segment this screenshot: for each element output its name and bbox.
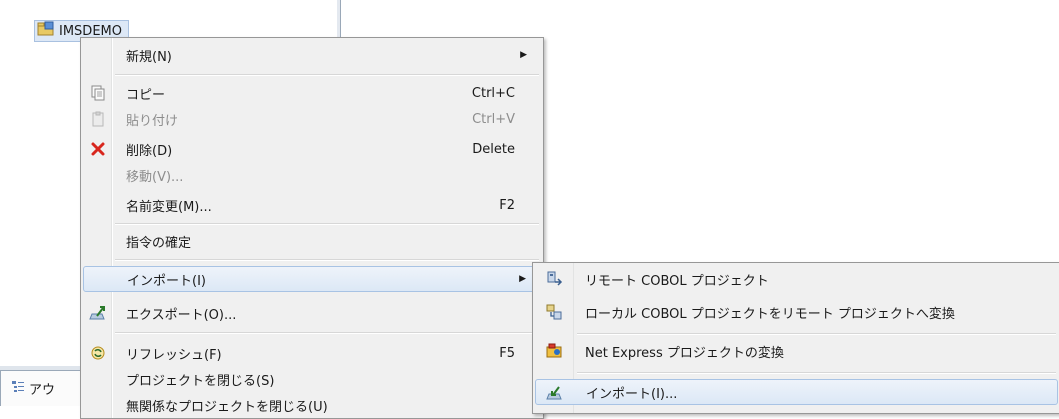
menu-item-new[interactable]: 新規(N) ▶ [83, 42, 541, 68]
menu-item-close-unrelated-label: 無関係なプロジェクトを閉じる(U) [126, 399, 328, 415]
menu-item-move[interactable]: 移動(V)... [83, 162, 541, 188]
menu-item-paste[interactable]: 貼り付け Ctrl+V [83, 106, 541, 132]
menu-item-refresh[interactable]: リフレッシュ(F) F5 [83, 340, 541, 366]
submenu-separator [577, 333, 1056, 335]
menu-item-close-project[interactable]: プロジェクトを閉じる(S) [83, 366, 541, 392]
menu-item-export-label: エクスポート(O)... [126, 307, 237, 323]
menu-item-move-label: 移動(V)... [126, 169, 184, 185]
outline-tab[interactable]: アウ [0, 370, 88, 406]
import-submenu: リモート COBOL プロジェクト ローカル COBOL プロジェクトをリモート… [532, 262, 1059, 414]
submenu-item-import-label: インポート(I)... [586, 386, 678, 402]
submenu-item-local-to-remote[interactable]: ローカル COBOL プロジェクトをリモート プロジェクトへ変換 [535, 299, 1058, 325]
project-folder-icon [37, 21, 55, 41]
paste-icon [89, 110, 107, 128]
menu-item-rename[interactable]: 名前変更(M)... F2 [83, 192, 541, 218]
delete-icon [89, 140, 107, 158]
submenu-item-net-express[interactable]: Net Express プロジェクトの変換 [535, 338, 1058, 364]
menu-item-import[interactable]: インポート(I) ▶ [83, 266, 541, 292]
submenu-arrow-icon: ▶ [519, 274, 526, 284]
menu-item-new-label: 新規(N) [126, 49, 172, 65]
submenu-item-import[interactable]: インポート(I)... [535, 379, 1058, 405]
menu-item-close-unrelated[interactable]: 無関係なプロジェクトを閉じる(U) [83, 392, 541, 418]
menu-separator [115, 259, 539, 261]
menu-item-export[interactable]: エクスポート(O)... [83, 300, 541, 326]
menu-item-copy-label: コピー [126, 87, 166, 103]
menu-item-close-project-label: プロジェクトを閉じる(S) [126, 373, 275, 389]
menu-separator [115, 332, 539, 334]
delete-shortcut: Delete [472, 141, 515, 157]
menu-separator [115, 74, 539, 76]
menu-item-refresh-label: リフレッシュ(F) [126, 347, 222, 363]
submenu-item-net-express-label: Net Express プロジェクトの変換 [585, 345, 784, 361]
paste-shortcut: Ctrl+V [472, 111, 515, 127]
copy-shortcut: Ctrl+C [471, 85, 515, 101]
rename-shortcut: F2 [499, 197, 515, 213]
copy-icon [89, 84, 107, 102]
import-icon [546, 384, 564, 402]
menu-item-rename-label: 名前変更(M)... [126, 199, 212, 215]
submenu-item-remote-cobol-label: リモート COBOL プロジェクト [585, 273, 769, 289]
submenu-arrow-icon: ▶ [520, 50, 527, 60]
net-express-icon [545, 342, 563, 360]
submenu-item-remote-cobol[interactable]: リモート COBOL プロジェクト [535, 266, 1058, 292]
menu-item-delete-label: 削除(D) [126, 143, 173, 159]
submenu-separator [577, 372, 1056, 374]
menu-separator [115, 223, 539, 225]
menu-item-copy[interactable]: コピー Ctrl+C [83, 80, 541, 106]
menu-item-paste-label: 貼り付け [126, 113, 179, 129]
submenu-item-local-to-remote-label: ローカル COBOL プロジェクトをリモート プロジェクトへ変換 [585, 306, 955, 322]
export-icon [89, 304, 107, 322]
menu-item-directive[interactable]: 指令の確定 [83, 228, 541, 254]
refresh-shortcut: F5 [499, 345, 515, 361]
remote-cobol-icon [545, 270, 563, 288]
menu-item-directive-label: 指令の確定 [126, 235, 192, 251]
outline-icon [11, 380, 25, 398]
refresh-icon [89, 344, 107, 362]
convert-project-icon [545, 303, 563, 321]
menu-item-import-label: インポート(I) [127, 273, 206, 289]
outline-tab-label: アウ [29, 383, 56, 398]
menu-item-delete[interactable]: 削除(D) Delete [83, 136, 541, 162]
context-menu: 新規(N) ▶ コピー Ctrl+C 貼り付け Ctrl+V 削除(D) Del… [80, 37, 544, 419]
